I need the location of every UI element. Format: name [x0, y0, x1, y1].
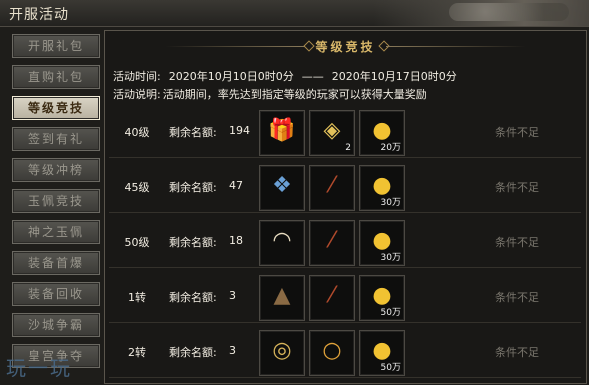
activity-description-text: 活动期间，率先达到指定等级的玩家可以获得大量奖励: [162, 88, 427, 101]
reward-slot[interactable]: ⁄: [309, 275, 355, 321]
tab-level-race[interactable]: 等级竞技: [12, 96, 100, 120]
remaining-slots-value: 3: [229, 289, 236, 302]
reward-row: 50级 剩余名额: 18 ◠ ⁄ ● 30万 条件不足: [109, 217, 581, 268]
reward-slot[interactable]: ◠: [259, 220, 305, 266]
remaining-slots-value: 47: [229, 179, 243, 192]
gold-ingots-icon: ●: [372, 173, 392, 199]
activity-panel: 等级竞技 活动时间: 2020年10月10日0时0分 —— 2020年10月17日0时…: [104, 30, 587, 384]
activity-description-label: 活动说明:: [113, 88, 161, 101]
condition-status: 条件不足: [495, 126, 539, 139]
reward-slot[interactable]: ○: [309, 330, 355, 376]
sidebar: 开服礼包 直购礼包 等级竞技 签到有礼 等级冲榜 玉佩竞技 神之玉佩 装备首爆 …: [8, 34, 102, 380]
scroll-icon: ⁄: [330, 173, 334, 199]
reward-row: 45级 剩余名额: 47 ❖ ⁄ ● 30万 条件不足: [109, 162, 581, 213]
condition-status: 条件不足: [495, 236, 539, 249]
jade-pendant-icon: ◎: [272, 338, 292, 364]
tab-divine-jade[interactable]: 神之玉佩: [12, 220, 100, 244]
activity-description: 活动说明: 活动期间，率先达到指定等级的玩家可以获得大量奖励: [113, 86, 435, 102]
scroll-icon: ⁄: [330, 228, 334, 254]
item-count: 30万: [380, 253, 401, 263]
row-level: 2转: [128, 346, 146, 359]
reward-list[interactable]: 40级 剩余名额: 194 🎁 ◈ 2 ● 20万 条件不足 45级 剩余名额: 4…: [109, 107, 581, 383]
reward-row: 40级 剩余名额: 194 🎁 ◈ 2 ● 20万 条件不足: [109, 107, 581, 158]
reward-slot[interactable]: 🎁: [259, 110, 305, 156]
gold-ingots-icon: ●: [372, 283, 392, 309]
activity-time-label: 活动时间:: [113, 70, 161, 83]
condition-status: 条件不足: [495, 181, 539, 194]
condition-status: 条件不足: [495, 346, 539, 359]
tab-sign-in-gift[interactable]: 签到有礼: [12, 127, 100, 151]
header-line-right: [386, 46, 526, 47]
reward-slot[interactable]: ● 20万: [359, 110, 405, 156]
tab-castle-war[interactable]: 沙城争霸: [12, 313, 100, 337]
diamond-ornament-icon: [303, 40, 315, 52]
item-count: 30万: [380, 198, 401, 208]
reward-slot[interactable]: ● 30万: [359, 165, 405, 211]
reward-slot[interactable]: ⁄: [309, 165, 355, 211]
condition-status: 条件不足: [495, 291, 539, 304]
reward-slot[interactable]: ● 30万: [359, 220, 405, 266]
reward-slot[interactable]: ● 50万: [359, 330, 405, 376]
item-count: 50万: [380, 308, 401, 318]
yellow-talisman-icon: ◈: [323, 118, 341, 144]
remaining-slots-value: 18: [229, 234, 243, 247]
item-count: 50万: [380, 363, 401, 373]
panel-title: 等级竞技: [315, 40, 376, 54]
tab-equipment-first-drop[interactable]: 装备首爆: [12, 251, 100, 275]
gold-ingots-icon: ●: [372, 338, 392, 364]
tab-jade-race[interactable]: 玉佩竞技: [12, 189, 100, 213]
remaining-slots-label: 剩余名额:: [169, 291, 217, 304]
gift-box-icon: 🎁: [268, 118, 296, 144]
remaining-slots-value: 3: [229, 344, 236, 357]
remaining-slots-label: 剩余名额:: [169, 346, 217, 359]
reward-slot[interactable]: ❖: [259, 165, 305, 211]
gold-ingots-icon: ●: [372, 228, 392, 254]
remaining-slots-label: 剩余名额:: [169, 181, 217, 194]
gold-ingots-icon: ●: [372, 118, 392, 144]
window-title: 开服活动: [9, 7, 69, 23]
tab-direct-purchase-gift[interactable]: 直购礼包: [12, 65, 100, 89]
folding-fan-icon: ◠: [272, 228, 292, 254]
reward-row: 2转 剩余名额: 3 ◎ ○ ● 50万 条件不足: [109, 327, 581, 378]
blue-gift-box-icon: ❖: [272, 173, 292, 199]
reward-slot[interactable]: ◈ 2: [309, 110, 355, 156]
reward-slot[interactable]: ◎: [259, 330, 305, 376]
reward-row: 1转 剩余名额: 3 ▲ ⁄ ● 50万 条件不足: [109, 272, 581, 323]
straw-hat-icon: ▲: [273, 283, 291, 309]
tab-equipment-recycle[interactable]: 装备回收: [12, 282, 100, 306]
activity-time: 活动时间: 2020年10月10日0时0分 —— 2020年10月17日0时0分: [113, 68, 465, 84]
scroll-icon: ⁄: [330, 283, 334, 309]
header-line-left: [165, 46, 305, 47]
reward-slot[interactable]: ▲: [259, 275, 305, 321]
panel-header: 等级竞技: [105, 31, 586, 61]
item-count: 2: [345, 143, 351, 153]
tab-level-ranking[interactable]: 等级冲榜: [12, 158, 100, 182]
item-count: 20万: [380, 143, 401, 153]
remaining-slots-label: 剩余名额:: [169, 126, 217, 139]
row-level: 1转: [128, 291, 146, 304]
dragon-ornament: [374, 0, 589, 26]
activity-time-start: 2020年10月10日0时0分: [168, 70, 294, 83]
title-bar: 开服活动: [0, 0, 589, 27]
gold-necklace-icon: ○: [322, 338, 342, 364]
row-level: 50级: [124, 236, 150, 249]
activity-time-separator: ——: [301, 70, 324, 83]
remaining-slots-label: 剩余名额:: [169, 236, 217, 249]
activity-time-end: 2020年10月17日0时0分: [331, 70, 457, 83]
reward-slot[interactable]: ● 50万: [359, 275, 405, 321]
row-level: 45级: [124, 181, 150, 194]
row-level: 40级: [124, 126, 150, 139]
watermark-logo: 玩一玩: [6, 356, 72, 380]
tab-opening-gift[interactable]: 开服礼包: [12, 34, 100, 58]
remaining-slots-value: 194: [229, 124, 250, 137]
reward-slot[interactable]: ⁄: [309, 220, 355, 266]
